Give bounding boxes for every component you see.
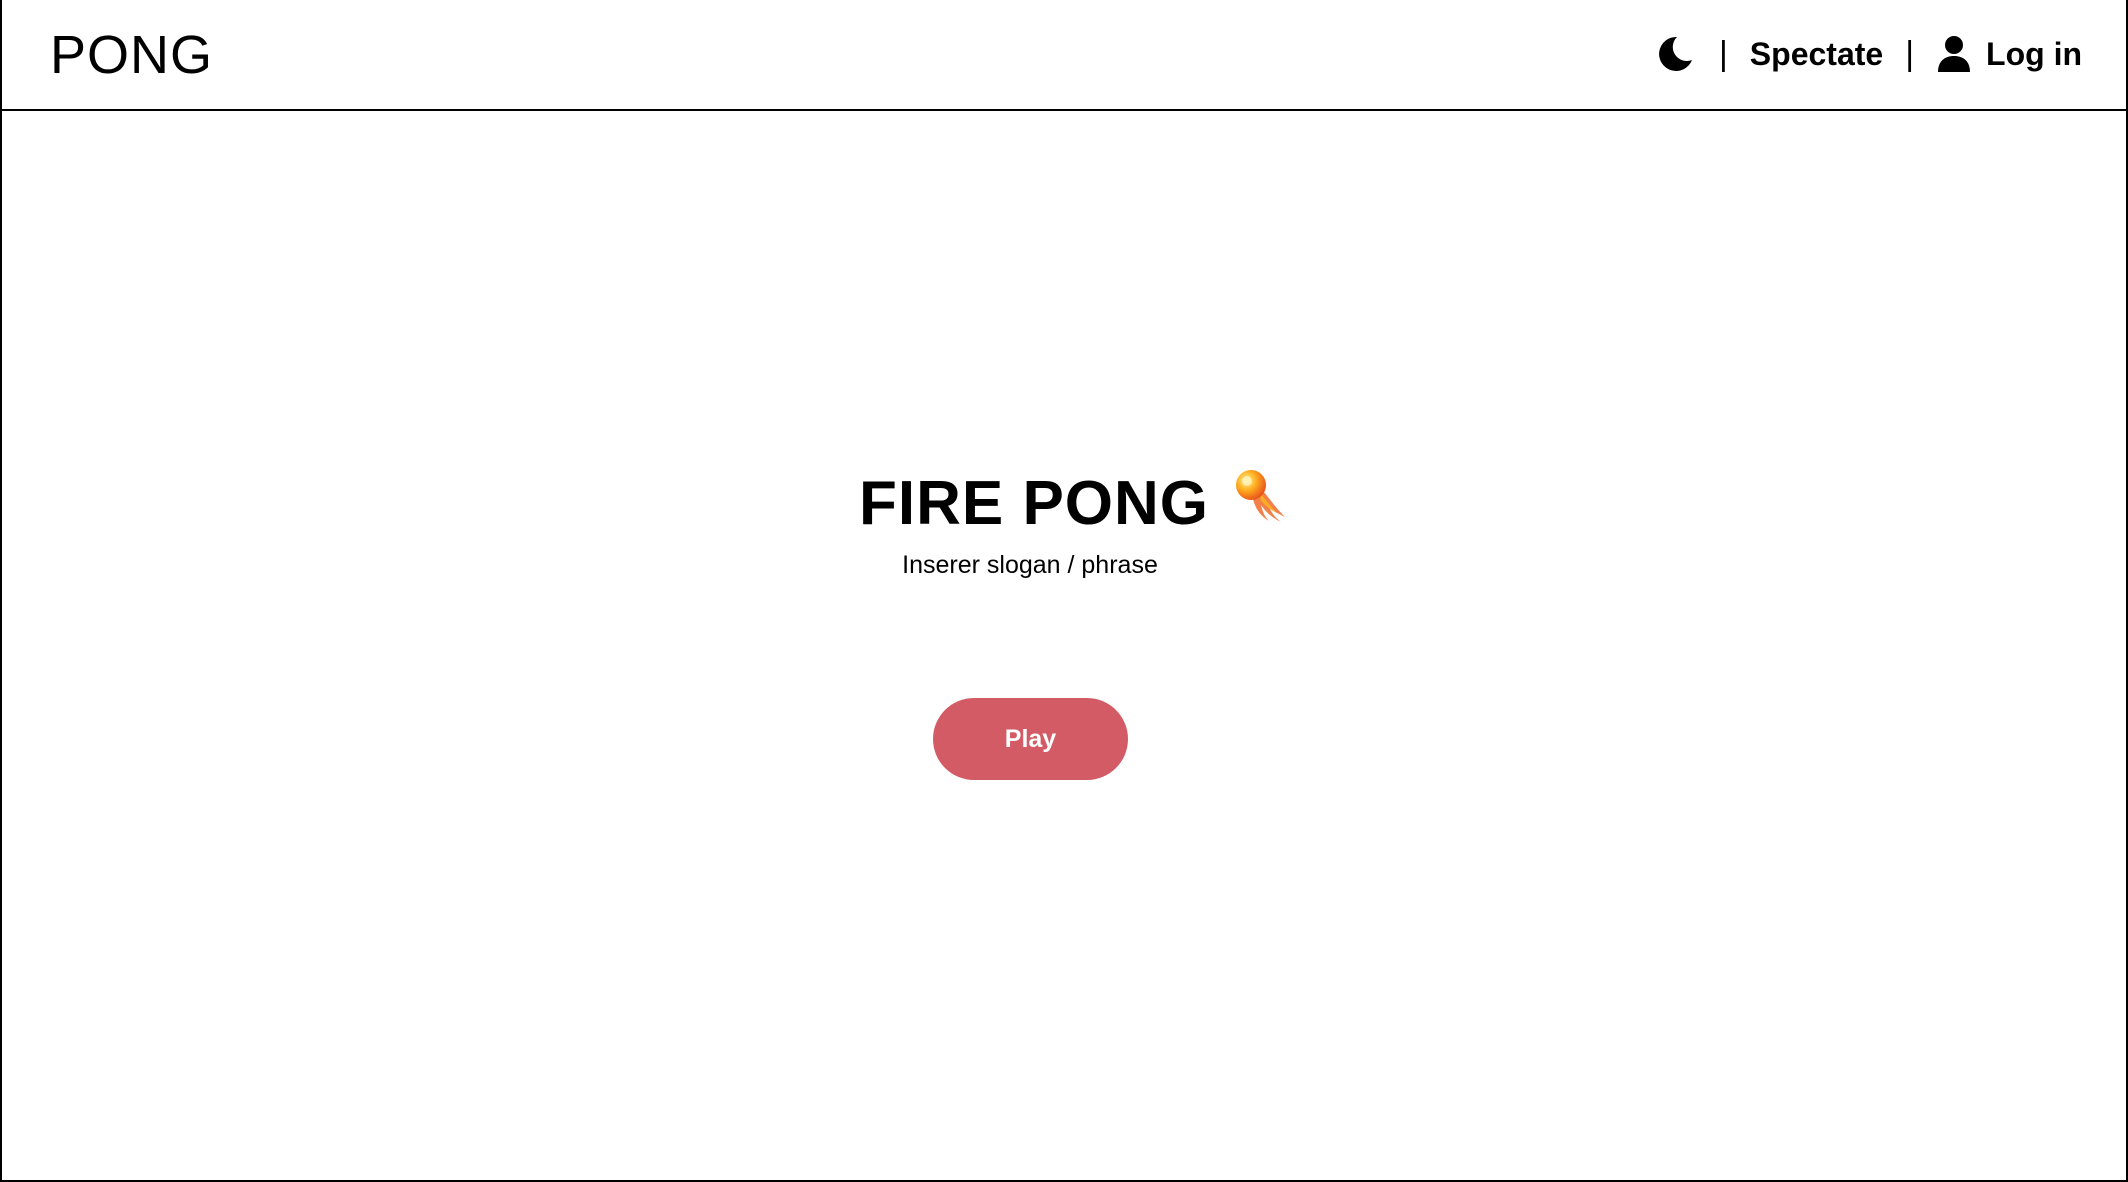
hero-slogan: Inserer slogan / phrase <box>902 551 1158 579</box>
fireball-icon <box>1236 470 1286 522</box>
hero-title-row: FIRE PONG <box>859 463 1289 545</box>
app-frame: PONG | Spectate | Log in FIRE PONG Inser… <box>0 0 2128 1182</box>
play-button[interactable]: Play <box>933 698 1128 780</box>
page-title: FIRE PONG <box>859 469 1210 538</box>
hero-section: FIRE PONG Inserer slogan / phrase Play <box>2 0 2128 1182</box>
